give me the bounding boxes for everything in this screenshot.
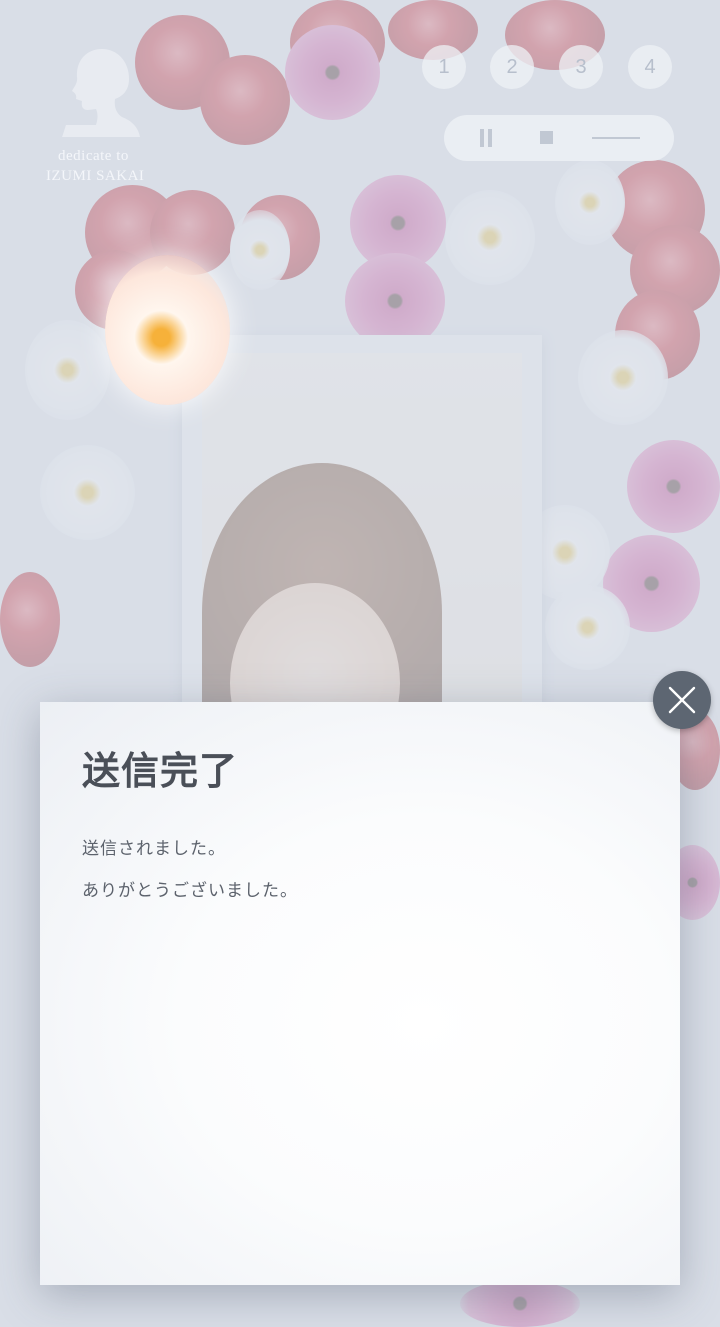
stop-icon[interactable]	[540, 131, 553, 144]
close-button[interactable]	[653, 671, 711, 729]
volume-slider[interactable]	[592, 137, 640, 139]
dedicate-name: IZUMI SAKAI	[46, 168, 145, 184]
dialog-message-line2: ありがとうございました。	[82, 881, 298, 901]
silhouette-logo	[62, 49, 140, 137]
dedicate-text: dedicate to	[58, 148, 129, 164]
close-icon	[668, 686, 696, 714]
page-button-3[interactable]: 3	[559, 45, 603, 89]
pause-icon[interactable]	[480, 129, 492, 147]
dialog-message-line1: 送信されました。	[82, 839, 226, 859]
page-button-1[interactable]: 1	[422, 45, 466, 89]
page-button-4[interactable]: 4	[628, 45, 672, 89]
calla-lily-decoration	[105, 255, 230, 405]
page-button-2[interactable]: 2	[490, 45, 534, 89]
send-complete-dialog: 送信完了 送信されました。 ありがとうございました。	[40, 702, 680, 1285]
dialog-title: 送信完了	[82, 749, 239, 793]
music-player	[444, 115, 674, 161]
